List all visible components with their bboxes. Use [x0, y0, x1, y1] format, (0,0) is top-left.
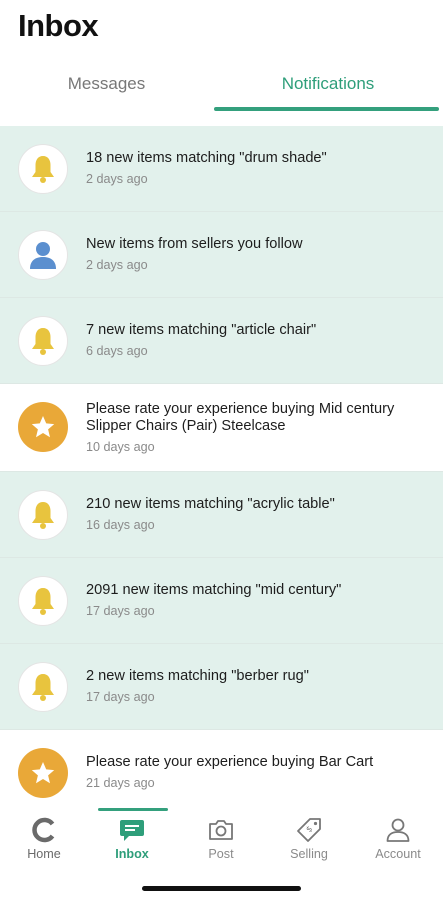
- tab-bar: Messages Notifications: [0, 56, 443, 126]
- nav-inbox[interactable]: Inbox: [88, 816, 176, 864]
- person-avatar: [18, 230, 68, 280]
- notification-item[interactable]: Please rate your experience buying Mid c…: [0, 384, 443, 472]
- header: Inbox: [0, 0, 443, 56]
- home-logo-icon: [32, 817, 55, 843]
- nav-selling-label: Selling: [290, 847, 328, 861]
- nav-account-label: Account: [375, 847, 421, 861]
- star-icon: [31, 762, 55, 784]
- notification-message: New items from sellers you follow: [86, 236, 303, 252]
- notification-message: 210 new items matching "acrylic table": [86, 496, 335, 512]
- star-icon: [31, 416, 55, 438]
- notification-item[interactable]: 210 new items matching "acrylic table" 1…: [0, 472, 443, 558]
- tab-notifications[interactable]: Notifications: [213, 56, 443, 112]
- home-indicator: [142, 886, 301, 891]
- notification-time: 2 days ago: [86, 258, 148, 272]
- camera-icon: [209, 820, 233, 840]
- star-avatar: [18, 748, 68, 798]
- notification-time: 16 days ago: [86, 518, 155, 532]
- notification-item[interactable]: 2091 new items matching "mid century" 17…: [0, 558, 443, 644]
- bell-icon: [32, 588, 54, 615]
- notification-message: Please rate your experience buying Mid c…: [86, 401, 395, 434]
- chat-icon: [120, 820, 144, 841]
- notification-time: 10 days ago: [86, 440, 155, 454]
- notification-message: 7 new items matching "article chair": [86, 322, 317, 338]
- notification-message: 2 new items matching "berber rug": [86, 668, 309, 684]
- bell-avatar: [18, 490, 68, 540]
- bell-avatar: [18, 144, 68, 194]
- bell-icon: [32, 502, 54, 529]
- notification-item[interactable]: 7 new items matching "article chair" 6 d…: [0, 298, 443, 384]
- nav-post[interactable]: Post: [177, 816, 265, 864]
- nav-post-label: Post: [208, 847, 234, 861]
- nav-selling[interactable]: $ Selling: [265, 816, 353, 864]
- bottom-nav: Home Inbox Post $ Selling Account: [0, 802, 443, 900]
- notification-time: 21 days ago: [86, 776, 155, 790]
- notification-time: 17 days ago: [86, 604, 155, 618]
- person-icon: [30, 242, 56, 269]
- active-tab-indicator: [214, 107, 439, 111]
- notification-time: 2 days ago: [86, 172, 148, 186]
- tab-messages[interactable]: Messages: [0, 56, 213, 112]
- nav-home[interactable]: Home: [0, 816, 88, 864]
- notification-list[interactable]: 18 new items matching "drum shade" 2 day…: [0, 126, 443, 802]
- notification-time: 17 days ago: [86, 690, 155, 704]
- bell-icon: [32, 328, 54, 355]
- notification-item[interactable]: 2 new items matching "berber rug" 17 day…: [0, 644, 443, 730]
- svg-text:$: $: [304, 824, 314, 834]
- bell-icon: [32, 156, 54, 183]
- bell-icon: [32, 674, 54, 701]
- price-tag-icon: $: [297, 818, 321, 842]
- bell-avatar: [18, 576, 68, 626]
- person-outline-icon: [386, 818, 410, 842]
- bell-avatar: [18, 316, 68, 366]
- notification-message: Please rate your experience buying Bar C…: [86, 754, 374, 770]
- notification-time: 6 days ago: [86, 344, 148, 358]
- notification-item[interactable]: 18 new items matching "drum shade" 2 day…: [0, 126, 443, 212]
- star-avatar: [18, 402, 68, 452]
- nav-home-label: Home: [27, 847, 61, 861]
- page-title: Inbox: [18, 8, 99, 43]
- notification-item[interactable]: Please rate your experience buying Bar C…: [0, 730, 443, 802]
- notification-message: 2091 new items matching "mid century": [86, 582, 342, 598]
- bell-avatar: [18, 662, 68, 712]
- notification-item[interactable]: New items from sellers you follow 2 days…: [0, 212, 443, 298]
- nav-inbox-label: Inbox: [115, 847, 149, 861]
- nav-account[interactable]: Account: [354, 816, 442, 864]
- notification-message: 18 new items matching "drum shade": [86, 150, 327, 166]
- active-nav-indicator: [98, 808, 168, 811]
